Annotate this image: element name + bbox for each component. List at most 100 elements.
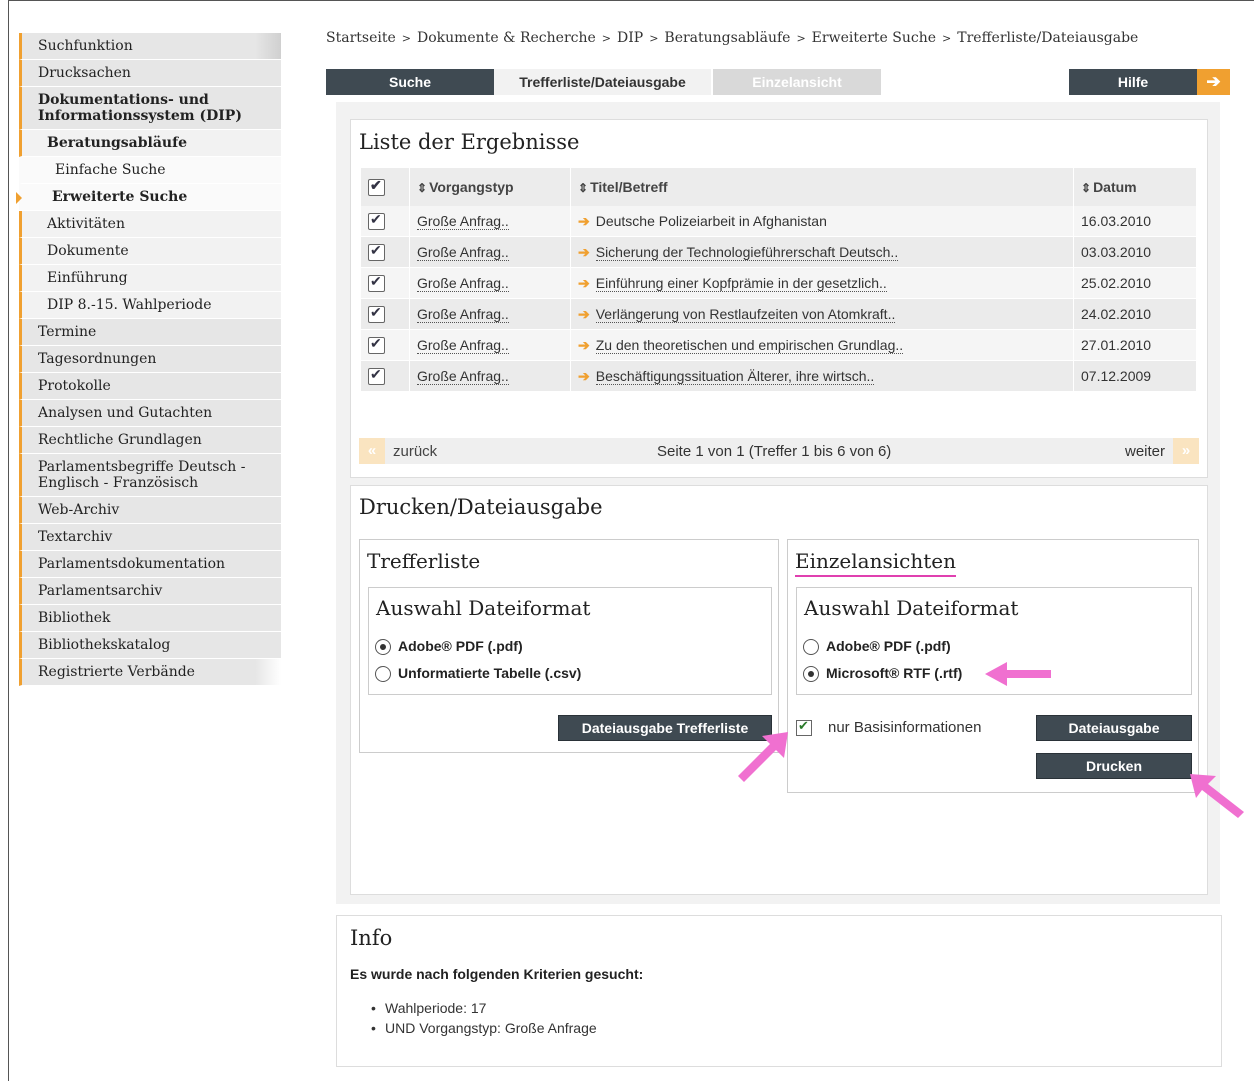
- tab-einzelansicht[interactable]: Einzelansicht: [713, 69, 881, 95]
- radio-button[interactable]: [375, 666, 391, 683]
- help-arrow-icon[interactable]: ➔: [1197, 69, 1230, 95]
- breadcrumb-dokumente-recherche[interactable]: Dokumente & Recherche: [417, 30, 596, 46]
- prev-page-icon[interactable]: «: [359, 438, 385, 464]
- select-all-header[interactable]: [361, 168, 410, 206]
- titel-link[interactable]: Einführung einer Kopfprämie in der geset…: [595, 274, 887, 292]
- titel-cell[interactable]: ➔ Sicherung der Technologieführerschaft D…: [570, 236, 1074, 268]
- breadcrumb-separator: >: [401, 32, 411, 45]
- titel-cell[interactable]: ➔ Verlängerung von Restlaufzeiten von Ato…: [570, 298, 1074, 330]
- radio-button[interactable]: [803, 639, 819, 656]
- radio-option-rtf[interactable]: Microsoft® RTF (.rtf): [803, 665, 962, 683]
- prev-page-link[interactable]: zurück: [393, 443, 437, 460]
- titel-link[interactable]: Beschäftigungssituation Älterer, ihre wi…: [595, 367, 875, 385]
- sidebar-item-tagesordnungen[interactable]: Tagesordnungen: [19, 346, 281, 373]
- breadcrumb-startseite[interactable]: Startseite: [326, 30, 396, 46]
- sidebar-item-aktivitaeten[interactable]: Aktivitäten: [19, 211, 281, 238]
- row-checkbox-cell[interactable]: [361, 360, 410, 392]
- radio-button[interactable]: [803, 666, 819, 683]
- sidebar-item-bibliothek[interactable]: Bibliothek: [19, 605, 281, 632]
- sidebar-item-beratungsablaeufe[interactable]: Beratungsabläufe: [19, 130, 281, 157]
- row-checkbox[interactable]: [368, 273, 385, 292]
- sort-icon: ⇕: [1081, 181, 1092, 195]
- sidebar-item-textarchiv[interactable]: Textarchiv: [19, 524, 281, 551]
- sidebar-item-dip-8-15[interactable]: DIP 8.-15. Wahlperiode: [19, 292, 281, 319]
- column-header-datum[interactable]: ⇕ Datum: [1073, 168, 1197, 206]
- sidebar-item-einfache-suche[interactable]: Einfache Suche: [19, 157, 281, 184]
- sidebar-item-erweiterte-suche[interactable]: Erweiterte Suche: [16, 184, 281, 211]
- vorgangstyp-cell[interactable]: Große Anfrag..: [409, 206, 571, 237]
- vorgangstyp-link[interactable]: Große Anfrag..: [417, 244, 509, 261]
- sidebar-item-suchfunktion[interactable]: Suchfunktion: [19, 33, 281, 60]
- vorgangstyp-link[interactable]: Große Anfrag..: [417, 213, 509, 230]
- titel-link[interactable]: Sicherung der Technologieführerschaft De…: [595, 243, 899, 261]
- drucken-button[interactable]: Drucken: [1036, 753, 1192, 779]
- row-checkbox-cell[interactable]: [361, 298, 410, 330]
- vorgangstyp-cell[interactable]: Große Anfrag..: [409, 236, 571, 268]
- row-checkbox[interactable]: [368, 366, 385, 385]
- sidebar-item-parlamentsbegriffe[interactable]: Parlamentsbegriffe Deutsch - Englisch - …: [19, 454, 281, 497]
- pagination-status: Seite 1 von 1 (Treffer 1 bis 6 von 6): [657, 443, 892, 460]
- annotation-arrow-drucken-icon: [1190, 774, 1244, 818]
- tab-trefferliste[interactable]: Trefferliste/Dateiausgabe: [494, 69, 711, 95]
- vorgangstyp-cell[interactable]: Große Anfrag..: [409, 360, 571, 392]
- sidebar-item-rechtliche-grundlagen[interactable]: Rechtliche Grundlagen: [19, 427, 281, 454]
- breadcrumb-erweiterte-suche[interactable]: Erweiterte Suche: [812, 30, 936, 46]
- breadcrumb-dip[interactable]: DIP: [617, 30, 643, 46]
- radio-button[interactable]: [375, 639, 391, 656]
- select-all-checkbox[interactable]: [368, 177, 385, 196]
- sidebar-item-termine[interactable]: Termine: [19, 319, 281, 346]
- vorgangstyp-link[interactable]: Große Anfrag..: [417, 306, 509, 323]
- vorgangstyp-cell[interactable]: Große Anfrag..: [409, 267, 571, 299]
- arrow-right-icon: ➔: [578, 336, 590, 353]
- radio-label: Unformatierte Tabelle (.csv): [398, 665, 582, 681]
- radio-option-csv[interactable]: Unformatierte Tabelle (.csv): [375, 665, 582, 683]
- row-checkbox[interactable]: [368, 211, 385, 230]
- table-row: Große Anfrag.. ➔ Sicherung der Technologi…: [361, 236, 1197, 268]
- dateiausgabe-button[interactable]: Dateiausgabe: [1036, 715, 1192, 741]
- row-checkbox-cell[interactable]: [361, 236, 410, 268]
- titel-cell[interactable]: ➔ Zu den theoretischen und empirischen Gr…: [570, 329, 1074, 361]
- row-checkbox-cell[interactable]: [361, 329, 410, 361]
- row-checkbox-cell[interactable]: [361, 267, 410, 299]
- radio-option-pdf-left[interactable]: Adobe® PDF (.pdf): [375, 638, 523, 656]
- next-page-link[interactable]: weiter: [1125, 443, 1165, 460]
- row-checkbox[interactable]: [368, 242, 385, 261]
- titel-cell[interactable]: ➔ Deutsche Polizeiarbeit in Afghanistan: [570, 206, 1074, 237]
- print-title: Drucken/Dateiausgabe: [359, 495, 603, 519]
- sidebar-item-registrierte-verbaende[interactable]: Registrierte Verbände: [19, 659, 281, 686]
- annotation-arrow-checkbox-icon: [738, 732, 788, 782]
- vorgangstyp-cell[interactable]: Große Anfrag..: [409, 298, 571, 330]
- row-checkbox-cell[interactable]: [361, 206, 410, 237]
- sidebar-item-analysen[interactable]: Analysen und Gutachten: [19, 400, 281, 427]
- vorgangstyp-link[interactable]: Große Anfrag..: [417, 337, 509, 354]
- titel-cell[interactable]: ➔ Beschäftigungssituation Älterer, ihre w…: [570, 360, 1074, 392]
- sidebar-item-web-archiv[interactable]: Web-Archiv: [19, 497, 281, 524]
- sidebar-item-parlamentsarchiv[interactable]: Parlamentsarchiv: [19, 578, 281, 605]
- sidebar-item-dip[interactable]: Dokumentations- und Informationssystem (…: [19, 87, 281, 130]
- titel-link[interactable]: Zu den theoretischen und empirischen Gru…: [595, 336, 904, 354]
- sidebar-item-dokumente[interactable]: Dokumente: [19, 238, 281, 265]
- column-header-vorgangstyp[interactable]: ⇕ Vorgangstyp: [409, 168, 571, 206]
- basisinformationen-checkbox[interactable]: [796, 718, 812, 736]
- column-header-titel[interactable]: ⇕ Titel/Betreff: [570, 168, 1074, 206]
- radio-option-pdf-right[interactable]: Adobe® PDF (.pdf): [803, 638, 951, 656]
- titel-cell[interactable]: ➔ Einführung einer Kopfprämie in der gese…: [570, 267, 1074, 299]
- sidebar-item-einfuehrung[interactable]: Einführung: [19, 265, 281, 292]
- format-selection-left: Auswahl Dateiformat Adobe® PDF (.pdf) Un…: [368, 587, 772, 695]
- radio-label: Adobe® PDF (.pdf): [398, 638, 523, 654]
- breadcrumb-beratungsablaeufe[interactable]: Beratungsabläufe: [664, 30, 790, 46]
- titel-link[interactable]: Deutsche Polizeiarbeit in Afghanistan: [596, 213, 827, 229]
- vorgangstyp-link[interactable]: Große Anfrag..: [417, 275, 509, 292]
- titel-link[interactable]: Verlängerung von Restlaufzeiten von Atom…: [595, 305, 896, 323]
- sidebar-item-bibliothekskatalog[interactable]: Bibliothekskatalog: [19, 632, 281, 659]
- next-page-icon[interactable]: »: [1173, 438, 1199, 464]
- row-checkbox[interactable]: [368, 304, 385, 323]
- tab-suche[interactable]: Suche: [326, 69, 494, 95]
- vorgangstyp-cell[interactable]: Große Anfrag..: [409, 329, 571, 361]
- sidebar-item-protokolle[interactable]: Protokolle: [19, 373, 281, 400]
- row-checkbox[interactable]: [368, 335, 385, 354]
- sidebar-item-drucksachen[interactable]: Drucksachen: [19, 60, 281, 87]
- vorgangstyp-link[interactable]: Große Anfrag..: [417, 368, 509, 385]
- help-button[interactable]: Hilfe: [1069, 69, 1197, 95]
- sidebar-item-parlamentsdokumentation[interactable]: Parlamentsdokumentation: [19, 551, 281, 578]
